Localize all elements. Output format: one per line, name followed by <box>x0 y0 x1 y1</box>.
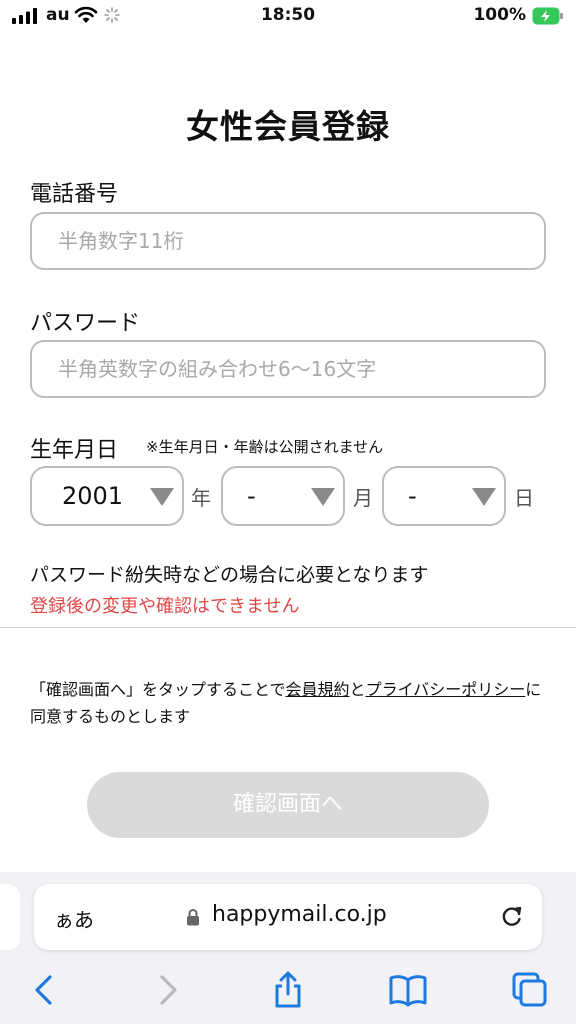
chevron-down-icon <box>472 488 496 506</box>
password-input[interactable]: 半角英数字の組み合わせ6〜16文字 <box>30 340 546 398</box>
birth-month-value: - <box>247 482 256 510</box>
url-domain: happymail.co.jp <box>212 902 387 927</box>
birth-day-select[interactable]: - <box>382 466 506 526</box>
chevron-down-icon <box>311 488 335 506</box>
battery-charging-icon <box>532 7 563 25</box>
privacy-policy-link[interactable]: プライバシーポリシー <box>366 680 526 699</box>
birth-year-value: 2001 <box>62 482 124 510</box>
battery-percent: 100% <box>473 5 526 25</box>
dob-label: 生年月日 <box>30 438 119 463</box>
phone-input[interactable]: 半角数字11桁 <box>30 212 546 270</box>
address-bar[interactable]: ぁあ happymail.co.jp <box>34 884 542 950</box>
terms-prefix: 「確認画面へ」をタップすることで <box>30 680 286 699</box>
status-bar: au 18:50 100% <box>0 0 576 32</box>
page-title: 女性会員登録 <box>186 107 390 146</box>
phone-label: 電話番号 <box>30 182 119 207</box>
tabs-icon[interactable] <box>510 970 550 1010</box>
password-recovery-info: パスワード紛失時などの場合に必要となります <box>30 564 429 586</box>
dob-privacy-note: ※生年月日・年齢は公開されません <box>146 438 384 456</box>
terms-and: と <box>349 680 366 699</box>
warning-text: 登録後の変更や確認はできません <box>30 596 300 617</box>
page-settings-button[interactable]: ぁあ <box>54 904 94 933</box>
birth-month-select[interactable]: - <box>221 466 345 526</box>
birth-day-value: - <box>408 482 417 510</box>
divider <box>0 627 576 628</box>
lock-icon <box>187 909 199 926</box>
month-unit: 月 <box>353 486 373 510</box>
previous-tab-peek[interactable] <box>0 884 20 950</box>
terms-agreement: 「確認画面へ」をタップすることで会員規約とプライバシーポリシーに同意するものとし… <box>30 676 550 730</box>
reload-icon[interactable] <box>498 902 526 930</box>
share-icon[interactable] <box>268 970 308 1010</box>
password-label: パスワード <box>30 311 141 336</box>
terms-link[interactable]: 会員規約 <box>286 680 350 699</box>
year-unit: 年 <box>191 486 211 510</box>
day-unit: 日 <box>514 486 534 510</box>
back-icon[interactable] <box>24 970 64 1010</box>
birth-year-select[interactable]: 2001 <box>30 466 184 526</box>
confirm-button[interactable]: 確認画面へ <box>87 772 489 838</box>
bookmarks-icon[interactable] <box>388 970 428 1010</box>
chevron-down-icon <box>150 488 174 506</box>
forward-icon[interactable] <box>148 970 188 1010</box>
